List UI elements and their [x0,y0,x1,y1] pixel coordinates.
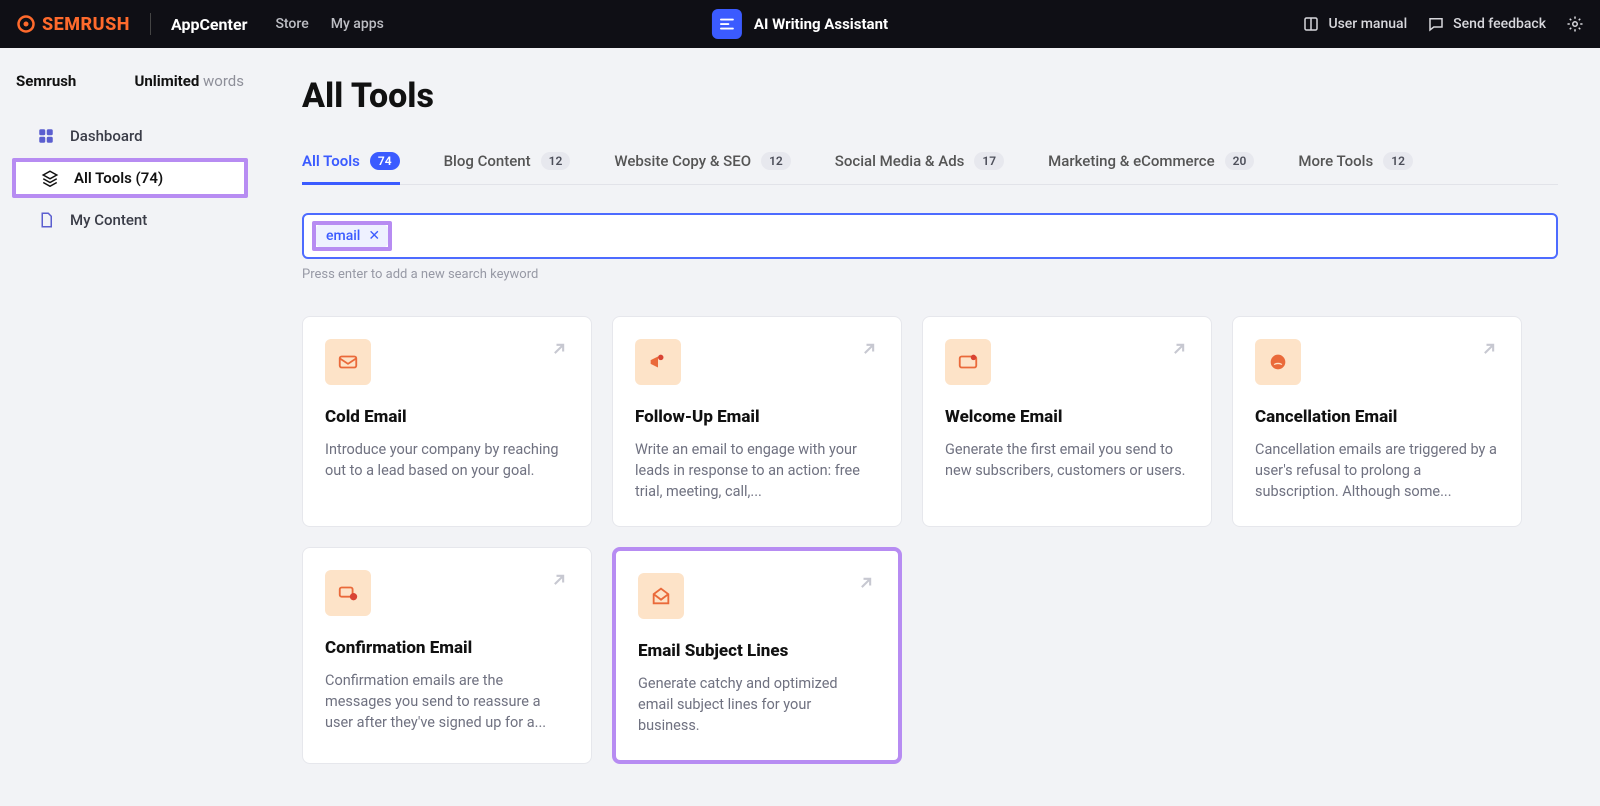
top-nav: Store My apps [275,16,383,32]
nav-myapps[interactable]: My apps [331,16,384,32]
open-arrow-icon [1169,339,1189,363]
open-arrow-icon [1479,339,1499,363]
search-input[interactable] [400,224,1548,249]
sidebar-item-my-content[interactable]: My Content [8,200,252,240]
tab-label: Website Copy & SEO [614,152,751,170]
semrush-logo[interactable]: SEMRUSH [16,14,130,35]
card-title: Welcome Email [945,407,1189,427]
tab-badge: 20 [1225,152,1255,170]
user-manual-link[interactable]: User manual [1302,15,1407,33]
tab-badge: 17 [974,152,1004,170]
book-icon [1302,15,1320,33]
chip-remove-icon[interactable]: ✕ [368,229,380,243]
mail-check-icon [945,339,991,385]
search-hint: Press enter to add a new search keyword [302,267,1558,282]
open-arrow-icon [859,339,879,363]
send-feedback-link[interactable]: Send feedback [1427,15,1546,33]
settings-button[interactable] [1566,15,1584,33]
app-icon [712,9,742,39]
app-title: AI Writing Assistant [754,15,888,33]
gear-icon [1566,15,1584,33]
brand-block: SEMRUSH AppCenter [16,13,247,35]
app-title-block: AI Writing Assistant [712,9,888,39]
plan-name: Semrush [16,72,76,90]
sidebar-label-all-tools: All Tools (74) [74,169,163,187]
card-cold-email[interactable]: Cold Email Introduce your company by rea… [302,316,592,527]
tab-all-tools[interactable]: All Tools 74 [302,144,400,184]
tab-website-copy[interactable]: Website Copy & SEO 12 [614,144,790,184]
main: All Tools All Tools 74 Blog Content 12 W… [260,48,1600,806]
layers-icon [40,168,60,188]
document-icon [36,210,56,230]
tabs: All Tools 74 Blog Content 12 Website Cop… [302,144,1558,185]
tab-badge: 12 [761,152,791,170]
card-desc: Confirmation emails are the messages you… [325,670,569,733]
mail-confirm-icon [325,570,371,616]
card-confirmation-email[interactable]: Confirmation Email Confirmation emails a… [302,547,592,764]
tab-blog-content[interactable]: Blog Content 12 [444,144,571,184]
mail-send-icon [325,339,371,385]
card-desc: Write an email to engage with your leads… [635,439,879,502]
card-cancellation-email[interactable]: Cancellation Email Cancellation emails a… [1232,316,1522,527]
appcenter-link[interactable]: AppCenter [171,15,248,34]
sidebar: Semrush Unlimited words Dashboard All To… [0,48,260,806]
mail-open-icon [638,573,684,619]
cards-grid: Cold Email Introduce your company by rea… [302,316,1558,764]
tab-label: Marketing & eCommerce [1048,152,1215,170]
card-follow-up-email[interactable]: Follow-Up Email Write an email to engage… [612,316,902,527]
flame-icon [16,14,36,34]
brand-text: SEMRUSH [42,14,130,35]
chat-icon [1427,15,1445,33]
user-manual-label: User manual [1328,16,1407,32]
card-title: Confirmation Email [325,638,569,658]
card-title: Email Subject Lines [638,641,876,661]
dashboard-icon [36,126,56,146]
tab-badge: 12 [1383,152,1413,170]
tab-more-tools[interactable]: More Tools 12 [1298,144,1413,184]
card-desc: Generate catchy and optimized email subj… [638,673,876,736]
card-welcome-email[interactable]: Welcome Email Generate the first email y… [922,316,1212,527]
plan-words: Unlimited words [134,72,244,90]
sidebar-label-my-content: My Content [70,211,147,229]
card-email-subject-lines[interactable]: Email Subject Lines Generate catchy and … [612,547,902,764]
open-arrow-icon [549,570,569,594]
search-chip[interactable]: email ✕ [316,225,388,247]
sidebar-item-all-tools[interactable]: All Tools (74) [12,158,248,198]
tab-social-media[interactable]: Social Media & Ads 17 [835,144,1004,184]
search-box[interactable]: email ✕ [302,213,1558,259]
card-title: Cold Email [325,407,569,427]
open-arrow-icon [549,339,569,363]
page-title: All Tools [302,76,1558,116]
megaphone-icon [635,339,681,385]
plan-row: Semrush Unlimited words [8,72,252,116]
topbar: SEMRUSH AppCenter Store My apps AI Writi… [0,0,1600,48]
card-title: Follow-Up Email [635,407,879,427]
divider [150,13,151,35]
nav-store[interactable]: Store [275,16,308,32]
tab-label: Social Media & Ads [835,152,965,170]
sidebar-item-dashboard[interactable]: Dashboard [8,116,252,156]
send-feedback-label: Send feedback [1453,16,1546,32]
chip-highlight: email ✕ [312,221,392,251]
card-desc: Introduce your company by reaching out t… [325,439,569,481]
chip-text: email [326,228,360,244]
sidebar-label-dashboard: Dashboard [70,127,143,145]
topbar-right: User manual Send feedback [1302,15,1584,33]
card-desc: Generate the first email you send to new… [945,439,1189,481]
tab-badge: 74 [370,152,400,170]
tab-label: More Tools [1298,152,1373,170]
card-title: Cancellation Email [1255,407,1499,427]
writing-icon [718,15,736,33]
tab-marketing[interactable]: Marketing & eCommerce 20 [1048,144,1254,184]
card-desc: Cancellation emails are triggered by a u… [1255,439,1499,502]
open-arrow-icon [856,573,876,597]
face-sad-icon [1255,339,1301,385]
tab-label: Blog Content [444,152,531,170]
tab-label: All Tools [302,152,360,170]
tab-badge: 12 [541,152,571,170]
